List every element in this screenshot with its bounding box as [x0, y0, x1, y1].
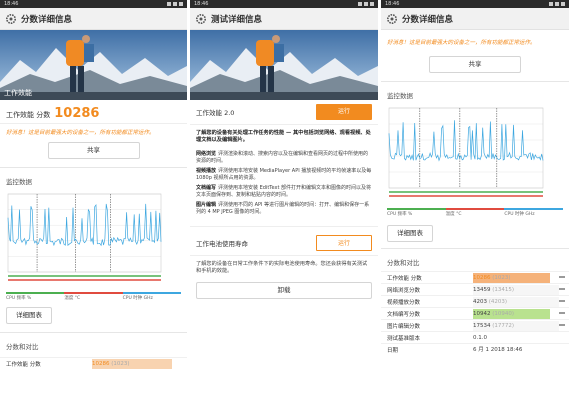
monitoring-chart: [381, 102, 569, 206]
gear-icon[interactable]: [194, 12, 207, 25]
score-details-panel-right: 18:46 分数详细信息 好消息！这是目前最强大的设备之一，所有功能都正常运作。…: [381, 0, 569, 400]
share-button[interactable]: 共享: [47, 142, 140, 159]
hero-overlay-label: 工作效能: [4, 89, 32, 97]
item-web-browsing: 网络浏览 评测渲染和滚动、搜索内容以及在编辑和查看网页的过程中所使用的资源的时间。: [196, 150, 369, 164]
legend-cpu-clock: CPU 时钟 GHz: [122, 292, 181, 301]
compare-title: 分数和对比: [6, 343, 39, 351]
battery-run-button[interactable]: 运行: [316, 234, 372, 251]
compare-row-value: 0.1.0: [473, 334, 487, 341]
status-bar: 18:46: [381, 0, 569, 8]
row-menu-icon[interactable]: [559, 312, 565, 314]
compare-row: 工作效能 分数 10286 (1023): [381, 271, 569, 283]
legend-cpu-freq: CPU 频率 %: [387, 208, 446, 217]
hero-image: 工作效能: [0, 30, 187, 100]
legend-cpu-freq: CPU 频率 %: [6, 292, 65, 301]
compare-row: 网络浏览分数 13459 (13415): [381, 283, 569, 295]
compare-row-name: 视频播放分数: [387, 299, 421, 306]
row-menu-icon[interactable]: [559, 324, 565, 326]
good-news-message: 好消息！这是目前最强大的设备之一，所有功能都正常运作。: [6, 130, 155, 136]
status-bar: 18:46: [0, 0, 187, 8]
cpu-clock-line: [388, 120, 544, 162]
good-news-message: 好消息！这是目前最强大的设备之一，所有功能都正常运作。: [387, 40, 536, 46]
monitoring-title: 监控数据: [6, 178, 32, 186]
gear-icon[interactable]: [385, 12, 398, 25]
compare-row-work-score: 工作效能 分数 10286 (1023): [0, 357, 187, 369]
score-details-panel-left: 18:46 分数详细信息 工作效能 工作效能 分数 10286 好消息！这是目前…: [0, 0, 187, 400]
test-details-panel: 18:46 测试详细信息 工作效能 2.0 运行 了解您的设备有关处理工作任务的…: [190, 0, 378, 400]
battery-row: 工作电池使用寿命 运行: [190, 225, 378, 256]
share-button[interactable]: 共享: [429, 56, 521, 73]
hero-image: [190, 30, 378, 100]
compare-row-value: 4203 (4203): [473, 298, 508, 305]
monitoring-chart: [0, 188, 187, 290]
monitoring-title: 监控数据: [387, 92, 413, 100]
cpu-clock-line: [7, 203, 162, 247]
test-intro: 了解您的设备有关处理工作任务的性能 — 其中包括浏览网络、观看视频、处理文档以及…: [196, 130, 371, 144]
chart-legend: CPU 频率 % 温度 °C CPU 时钟 GHz: [0, 292, 187, 301]
compare-row-name: 图片编辑分数: [387, 323, 421, 330]
status-bar: 18:46: [190, 0, 378, 8]
score-value: 10286: [54, 106, 100, 121]
compare-row-value: 10942 (10940): [473, 310, 515, 317]
compare-row: 视频播放分数 4203 (4203): [381, 295, 569, 307]
compare-row-name: 工作效能 分数: [387, 275, 422, 282]
detail-chart-button[interactable]: 详细图表: [6, 307, 52, 324]
item-photo-editing: 图片编辑 评测使用不同的 API 等进行图片编辑的时间：打开、编辑和保存一系列的 …: [196, 201, 370, 215]
app-bar: 测试详细信息: [190, 8, 378, 30]
item-document-editing: 文档编写 评测使用本地安装 EditText 部件打开和编辑文本和图像的时间以及将…: [196, 184, 371, 198]
compare-row-name: 网络浏览分数: [387, 287, 421, 294]
detail-chart-button[interactable]: 详细图表: [387, 225, 433, 242]
compare-row-value: 10286 (1023): [473, 274, 511, 281]
row-menu-icon[interactable]: [559, 288, 565, 290]
app-bar: 分数详细信息: [381, 8, 569, 30]
app-bar: 分数详细信息: [0, 8, 187, 30]
compare-row-name: 文档编写分数: [387, 311, 421, 318]
score-row: 工作效能 分数 10286: [0, 100, 187, 124]
compare-row: 日期 6 月 1 2018 18:46: [381, 343, 569, 355]
chart-legend: CPU 频率 % 温度 °C CPU 时钟 GHz: [381, 208, 569, 217]
compare-row-value: 6 月 1 2018 18:46: [473, 346, 523, 353]
app-title: 分数详细信息: [21, 14, 73, 25]
run-button[interactable]: 运行: [316, 104, 372, 120]
compare-row: 测试基准版本 0.1.0: [381, 331, 569, 343]
legend-cpu-clock: CPU 时钟 GHz: [504, 208, 564, 217]
score-label: 工作效能 分数: [6, 111, 51, 119]
battery-label: 工作电池使用寿命: [196, 239, 248, 248]
compare-row-value: 17534 (17772): [473, 322, 515, 329]
legend-temperature: 温度 °C: [445, 208, 505, 217]
status-time: 18:46: [385, 1, 400, 7]
work-perf-label: 工作效能 2.0: [196, 109, 235, 117]
compare-row: 文档编写分数 10942 (10940): [381, 307, 569, 319]
row-menu-icon[interactable]: [559, 300, 565, 302]
work-perf-row: 工作效能 2.0 运行: [190, 100, 378, 125]
compare-row: 图片编辑分数 17534 (17772): [381, 319, 569, 331]
uninstall-button[interactable]: 卸载: [196, 281, 372, 299]
legend-temperature: 温度 °C: [64, 292, 123, 301]
compare-row-paren: (1023): [111, 360, 130, 367]
chart-frame: [388, 107, 544, 189]
gear-icon[interactable]: [4, 12, 17, 25]
row-menu-icon[interactable]: [559, 276, 565, 278]
app-title: 测试详细信息: [211, 14, 263, 25]
compare-row-name: 工作效能 分数: [6, 361, 41, 368]
chart-frame: [7, 193, 162, 273]
compare-row-value: 10286: [92, 360, 110, 367]
compare-row-value: 13459 (13415): [473, 286, 515, 293]
status-time: 18:46: [194, 1, 209, 7]
item-video-playback: 视频播放 评测使用本地安装 MediaPlayer API 播放视频时的平均帧速率…: [196, 167, 372, 181]
status-time: 18:46: [4, 1, 19, 7]
compare-title: 分数和对比: [387, 259, 420, 267]
battery-description: 了解您的设备在日常工作条件下的实际电池使用寿命。您还会获得有关测试和手机的效能。: [196, 260, 368, 275]
compare-row-name: 日期: [387, 347, 399, 354]
app-title: 分数详细信息: [402, 14, 454, 25]
compare-table: 工作效能 分数 10286 (1023) 网络浏览分数 13459 (13415) 视频…: [381, 271, 569, 355]
compare-row-name: 测试基准版本: [387, 335, 421, 342]
